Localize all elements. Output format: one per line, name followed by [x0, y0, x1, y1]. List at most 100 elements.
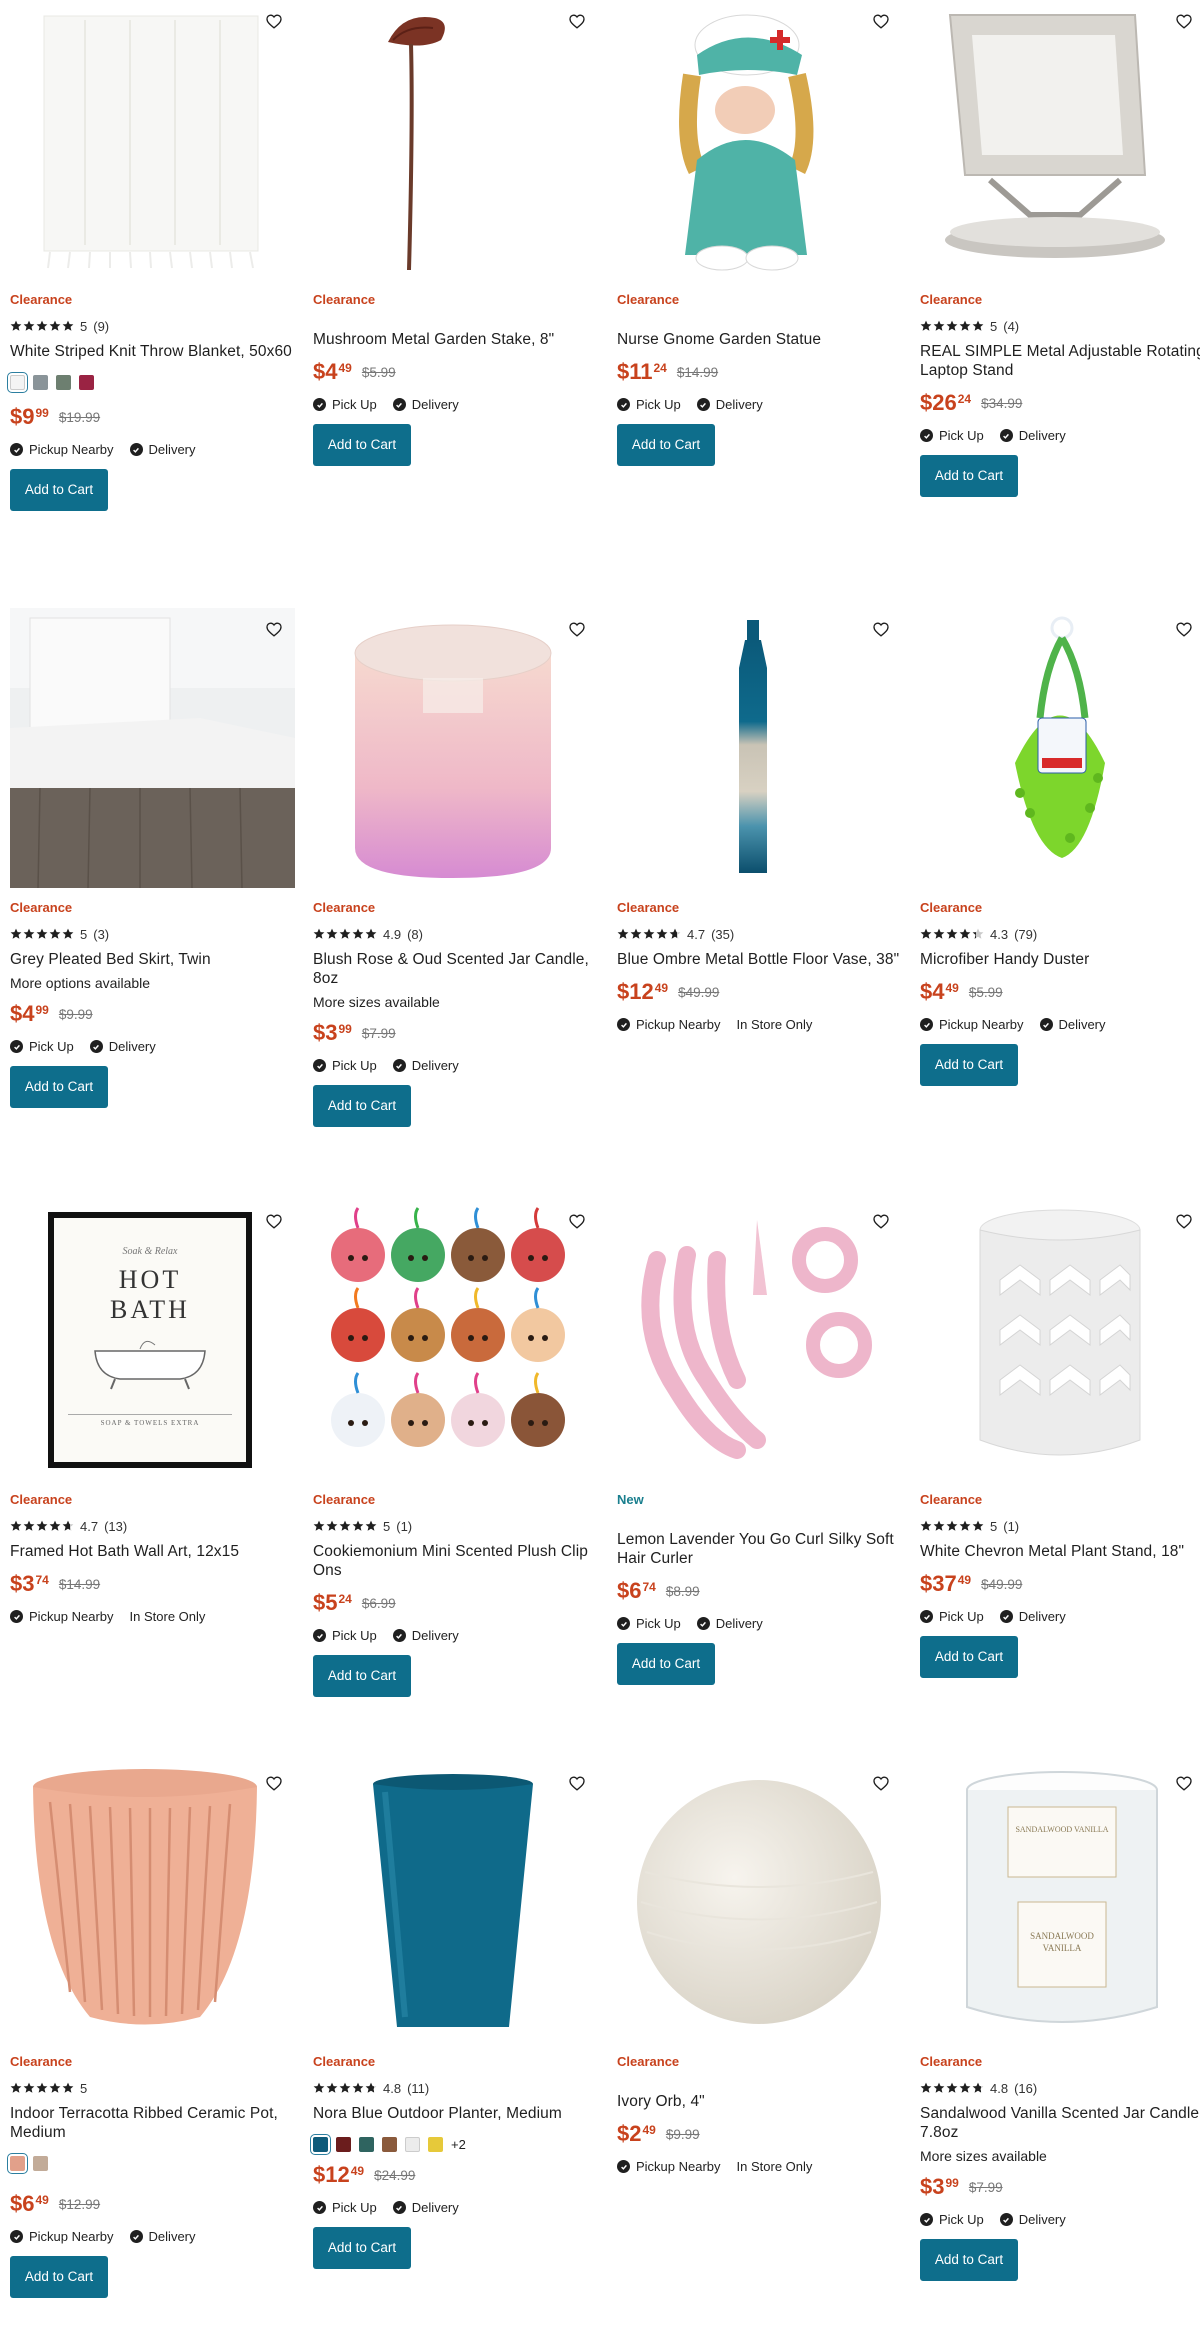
color-swatch[interactable]	[359, 2137, 374, 2152]
review-count[interactable]: (13)	[104, 1519, 127, 1534]
add-to-cart-button[interactable]: Add to Cart	[10, 1066, 108, 1108]
product-image[interactable]	[313, 0, 598, 280]
product-image[interactable]	[313, 608, 598, 888]
add-to-cart-button[interactable]: Add to Cart	[313, 2227, 411, 2269]
product-title[interactable]: Lemon Lavender You Go Curl Silky Soft Ha…	[617, 1530, 902, 1568]
product-card[interactable]: Clearance 5 (1) White Chevron Metal Plan…	[920, 1200, 1200, 1678]
add-to-cart-button[interactable]: Add to Cart	[313, 424, 411, 466]
product-card[interactable]: Clearance Ivory Orb, 4" $2 49 $9.99 Picku…	[617, 1762, 902, 2174]
wishlist-heart-icon[interactable]	[1173, 1772, 1195, 1794]
product-image[interactable]	[617, 1200, 902, 1480]
color-swatch[interactable]	[336, 2137, 351, 2152]
wishlist-heart-icon[interactable]	[263, 1210, 285, 1232]
product-card[interactable]: Clearance 4.9 (8) Blush Rose & Oud Scent…	[313, 608, 598, 1127]
add-to-cart-button[interactable]: Add to Cart	[313, 1655, 411, 1697]
color-swatch[interactable]	[56, 375, 71, 390]
color-swatch[interactable]	[79, 375, 94, 390]
color-swatch[interactable]	[405, 2137, 420, 2152]
review-count[interactable]: (11)	[407, 2081, 429, 2096]
more-sizes-note[interactable]: More sizes available	[313, 994, 598, 1010]
wishlist-heart-icon[interactable]	[566, 10, 588, 32]
product-image[interactable]	[313, 1762, 598, 2042]
product-card[interactable]: Clearance 5 (9) White Striped Knit Throw…	[7, 0, 295, 511]
review-count[interactable]: (35)	[711, 927, 734, 942]
review-count[interactable]: (4)	[1003, 319, 1019, 334]
product-image[interactable]	[313, 1200, 598, 1480]
review-count[interactable]: (3)	[93, 927, 109, 942]
add-to-cart-button[interactable]: Add to Cart	[617, 424, 715, 466]
review-count[interactable]: (1)	[396, 1519, 412, 1534]
wishlist-heart-icon[interactable]	[566, 618, 588, 640]
color-swatch[interactable]	[7, 2153, 28, 2174]
product-image[interactable]	[617, 1762, 902, 2042]
add-to-cart-button[interactable]: Add to Cart	[920, 455, 1018, 497]
more-sizes-note[interactable]: More sizes available	[920, 2148, 1200, 2164]
wishlist-heart-icon[interactable]	[870, 618, 892, 640]
add-to-cart-button[interactable]: Add to Cart	[10, 2256, 108, 2298]
product-image[interactable]	[920, 608, 1200, 888]
review-count[interactable]: (1)	[1003, 1519, 1019, 1534]
product-card[interactable]: Clearance Mushroom Metal Garden Stake, 8…	[313, 0, 598, 466]
product-title[interactable]: Sandalwood Vanilla Scented Jar Candle, 7…	[920, 2104, 1200, 2142]
review-count[interactable]: (9)	[93, 319, 109, 334]
review-count[interactable]: (8)	[407, 927, 423, 942]
product-image[interactable]	[920, 0, 1200, 280]
more-swatches-count[interactable]: +2	[451, 2137, 466, 2152]
product-image[interactable]	[617, 0, 902, 280]
add-to-cart-button[interactable]: Add to Cart	[617, 1643, 715, 1685]
product-card[interactable]: Clearance 4.8 (11) Nora Blue Outdoor Pla…	[310, 1762, 598, 2269]
product-card[interactable]: Clearance 4.3 (79) Microfiber Handy Dust…	[920, 608, 1200, 1086]
wishlist-heart-icon[interactable]	[1173, 618, 1195, 640]
color-swatch[interactable]	[382, 2137, 397, 2152]
product-card[interactable]: Clearance 5 (4) REAL SIMPLE Metal Adjust…	[920, 0, 1200, 497]
color-swatch[interactable]	[33, 375, 48, 390]
wishlist-heart-icon[interactable]	[870, 1772, 892, 1794]
wishlist-heart-icon[interactable]	[870, 1210, 892, 1232]
product-card[interactable]: Clearance 5 (3) Grey Pleated Bed Skirt, …	[10, 608, 295, 1108]
product-title[interactable]: Nurse Gnome Garden Statue	[617, 330, 902, 349]
product-title[interactable]: White Striped Knit Throw Blanket, 50x60	[10, 342, 295, 361]
product-title[interactable]: Framed Hot Bath Wall Art, 12x15	[10, 1542, 295, 1561]
color-swatch[interactable]	[7, 372, 28, 393]
product-title[interactable]: White Chevron Metal Plant Stand, 18"	[920, 1542, 1200, 1561]
product-title[interactable]: Grey Pleated Bed Skirt, Twin	[10, 950, 295, 969]
product-card[interactable]: Clearance 5 (1) Cookiemonium Mini Scente…	[313, 1200, 598, 1697]
color-swatch[interactable]	[428, 2137, 443, 2152]
product-title[interactable]: Ivory Orb, 4"	[617, 2092, 902, 2111]
wishlist-heart-icon[interactable]	[263, 10, 285, 32]
wishlist-heart-icon[interactable]	[566, 1772, 588, 1794]
product-title[interactable]: Blush Rose & Oud Scented Jar Candle, 8oz	[313, 950, 598, 988]
product-image[interactable]: SANDALWOOD VANILLA SANDALWOOD VANILLA	[920, 1762, 1200, 2042]
product-title[interactable]: Indoor Terracotta Ribbed Ceramic Pot, Me…	[10, 2104, 295, 2142]
wishlist-heart-icon[interactable]	[870, 10, 892, 32]
add-to-cart-button[interactable]: Add to Cart	[920, 1636, 1018, 1678]
add-to-cart-button[interactable]: Add to Cart	[920, 2239, 1018, 2281]
product-image[interactable]	[10, 608, 295, 888]
product-title[interactable]: Nora Blue Outdoor Planter, Medium	[313, 2104, 598, 2123]
product-title[interactable]: Cookiemonium Mini Scented Plush Clip Ons	[313, 1542, 598, 1580]
product-card[interactable]: Clearance Nurse Gnome Garden Statue $11 2…	[617, 0, 902, 466]
wishlist-heart-icon[interactable]	[566, 1210, 588, 1232]
product-title[interactable]: REAL SIMPLE Metal Adjustable Rotating La…	[920, 342, 1200, 380]
product-image[interactable]: Soak & Relax HOT BATH SOAP & TOWELS EXTR…	[10, 1200, 295, 1480]
wishlist-heart-icon[interactable]	[263, 1772, 285, 1794]
product-card[interactable]: Soak & Relax HOT BATH SOAP & TOWELS EXTR…	[10, 1200, 295, 1624]
add-to-cart-button[interactable]: Add to Cart	[10, 469, 108, 511]
product-title[interactable]: Microfiber Handy Duster	[920, 950, 1200, 969]
add-to-cart-button[interactable]: Add to Cart	[313, 1085, 411, 1127]
color-swatch[interactable]	[33, 2156, 48, 2171]
wishlist-heart-icon[interactable]	[263, 618, 285, 640]
product-image[interactable]	[617, 608, 902, 888]
more-options-note[interactable]: More options available	[10, 975, 295, 991]
review-count[interactable]: (79)	[1014, 927, 1037, 942]
product-image[interactable]	[10, 1762, 295, 2042]
wishlist-heart-icon[interactable]	[1173, 1210, 1195, 1232]
product-card[interactable]: Clearance 4.7 (35) Blue Ombre Metal Bott…	[617, 608, 902, 1032]
product-card[interactable]: New Lemon Lavender You Go Curl Silky Sof…	[617, 1200, 902, 1685]
product-title[interactable]: Mushroom Metal Garden Stake, 8"	[313, 330, 598, 349]
wishlist-heart-icon[interactable]	[1173, 10, 1195, 32]
add-to-cart-button[interactable]: Add to Cart	[920, 1044, 1018, 1086]
product-image[interactable]	[920, 1200, 1200, 1480]
review-count[interactable]: (16)	[1014, 2081, 1037, 2096]
product-title[interactable]: Blue Ombre Metal Bottle Floor Vase, 38"	[617, 950, 902, 969]
